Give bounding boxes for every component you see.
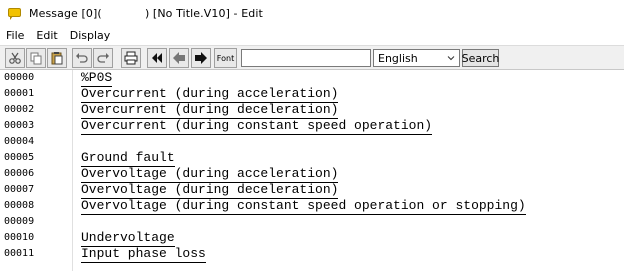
line-number: 00004	[4, 136, 35, 147]
menu-file[interactable]: File	[0, 27, 30, 45]
message-line[interactable]: Ground fault	[81, 150, 175, 167]
message-line[interactable]: Overcurrent (during acceleration)	[81, 86, 339, 103]
line-number-gutter: 00000 00001 00002 00003 00004 00005 0000…	[0, 70, 73, 271]
next-button[interactable]	[191, 48, 211, 68]
line-number: 00011	[4, 248, 35, 259]
window-title: Message [0]( ) [No Title.V10] - Edit	[29, 7, 263, 20]
search-button[interactable]: Search	[462, 49, 499, 67]
line-number: 00009	[4, 216, 35, 227]
line-number: 00006	[4, 168, 35, 179]
print-icon	[124, 51, 138, 65]
search-input[interactable]	[241, 49, 371, 67]
menu-display[interactable]: Display	[64, 27, 117, 45]
first-icon	[152, 53, 162, 63]
message-line[interactable]: Overvoltage (during deceleration)	[81, 182, 339, 199]
toolbar: Font English Search	[0, 45, 624, 70]
paste-button[interactable]	[47, 48, 67, 68]
cut-icon	[9, 52, 21, 64]
undo-button[interactable]	[72, 48, 92, 68]
message-line[interactable]: %P0S	[81, 70, 113, 87]
next-icon	[195, 52, 207, 64]
menu-bar: File Edit Display	[0, 27, 624, 45]
first-button[interactable]	[147, 48, 167, 68]
line-number: 00000	[4, 72, 35, 83]
font-button[interactable]: Font	[214, 48, 237, 68]
cut-button[interactable]	[5, 48, 25, 68]
prev-icon	[173, 52, 185, 64]
paste-icon	[51, 52, 63, 65]
font-icon: Font	[216, 53, 235, 63]
message-line[interactable]: Overvoltage (during acceleration)	[81, 166, 339, 183]
copy-icon	[30, 52, 42, 65]
line-number: 00007	[4, 184, 35, 195]
message-line[interactable]: Input phase loss	[81, 246, 206, 263]
redo-button[interactable]	[93, 48, 113, 68]
copy-button[interactable]	[26, 48, 46, 68]
line-number: 00010	[4, 232, 35, 243]
message-line[interactable]: Overcurrent (during constant speed opera…	[81, 118, 433, 135]
undo-icon	[76, 53, 88, 63]
redo-icon	[97, 53, 109, 63]
menu-edit[interactable]: Edit	[30, 27, 63, 45]
line-number: 00005	[4, 152, 35, 163]
title-bar: Message [0]( ) [No Title.V10] - Edit	[0, 0, 624, 27]
print-button[interactable]	[121, 48, 141, 68]
message-line[interactable]: Undervoltage	[81, 230, 175, 247]
message-line[interactable]: Overvoltage (during constant speed opera…	[81, 198, 526, 215]
language-value: English	[378, 51, 418, 65]
prev-button[interactable]	[169, 48, 189, 68]
line-number: 00002	[4, 104, 35, 115]
language-select[interactable]: English	[373, 49, 460, 67]
message-line[interactable]: Overcurrent (during deceleration)	[81, 102, 339, 119]
line-number: 00001	[4, 88, 35, 99]
chevron-down-icon	[447, 56, 455, 61]
message-icon	[8, 7, 22, 20]
editor[interactable]: 00000 00001 00002 00003 00004 00005 0000…	[0, 70, 624, 271]
line-number: 00008	[4, 200, 35, 211]
line-number: 00003	[4, 120, 35, 131]
